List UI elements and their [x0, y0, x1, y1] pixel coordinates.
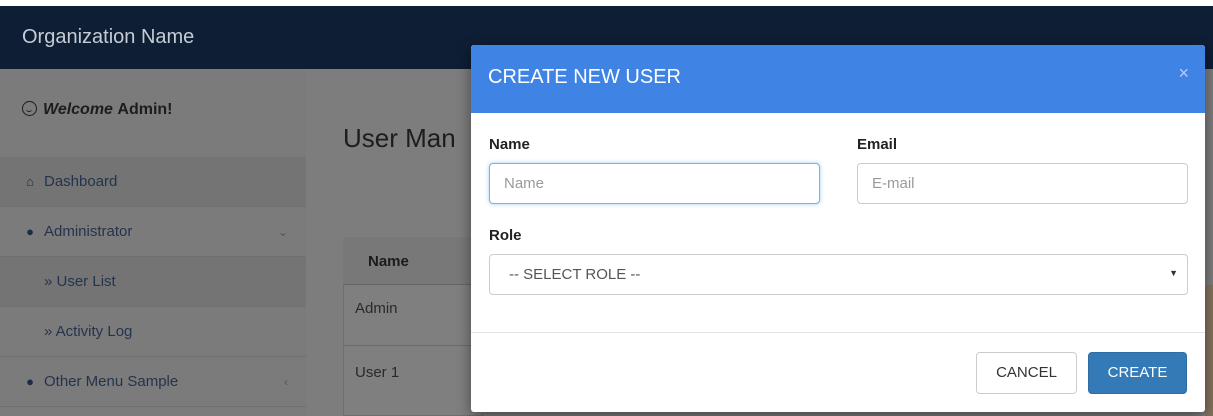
- sidebar-item-label: Dashboard: [44, 173, 118, 190]
- sidebar-item-administrator[interactable]: ● Administrator ⌄: [0, 207, 306, 257]
- row-divider: [343, 345, 483, 346]
- home-icon: ⌂: [26, 174, 34, 189]
- sidebar-item-user-list[interactable]: » User List: [0, 257, 306, 307]
- create-button[interactable]: CREATE: [1088, 352, 1187, 394]
- welcome-prefix: Welcome: [43, 101, 113, 118]
- sidebar-item-label: Administrator: [44, 223, 133, 240]
- brand-name[interactable]: Organization Name: [22, 26, 194, 49]
- table-cell-name: Admin: [355, 300, 398, 317]
- column-header-name[interactable]: Name: [368, 253, 409, 270]
- sidebar-item-label: Other Menu Sample: [44, 373, 179, 390]
- sidebar-item-other-menu-sample[interactable]: ● Other Menu Sample ‹: [0, 357, 306, 407]
- sidebar-item-label: » Activity Log: [44, 323, 133, 340]
- modal-header: CREATE NEW USER ×: [471, 45, 1205, 113]
- create-user-modal: CREATE NEW USER × Name Email Role -- SEL…: [471, 45, 1205, 412]
- role-select[interactable]: -- SELECT ROLE -- ▼: [489, 254, 1188, 295]
- name-label: Name: [489, 136, 530, 153]
- sidebar-item-activity-log[interactable]: » Activity Log: [0, 307, 306, 357]
- page-title: User Man: [343, 123, 456, 153]
- caret-down-icon: ▼: [1169, 268, 1178, 278]
- chevron-down-icon: ⌄: [277, 225, 288, 239]
- email-label: Email: [857, 136, 898, 153]
- welcome-message: Welcome Admin!: [22, 101, 173, 119]
- background-edge: [1205, 285, 1213, 416]
- smiley-icon: [22, 101, 37, 116]
- role-select-value: -- SELECT ROLE --: [509, 266, 641, 283]
- sidebar-menu: ⌂ Dashboard ● Administrator ⌄ » User List …: [0, 157, 306, 407]
- cancel-button[interactable]: CANCEL: [976, 352, 1077, 394]
- modal-title: CREATE NEW USER: [488, 66, 681, 88]
- role-label: Role: [489, 227, 522, 244]
- modal-footer-divider: [471, 332, 1205, 333]
- sidebar: Welcome Admin! ⌂ Dashboard ● Administrator…: [0, 69, 306, 416]
- sidebar-item-label: » User List: [44, 273, 116, 290]
- close-icon[interactable]: ×: [1178, 63, 1189, 84]
- chevron-left-icon: ‹: [284, 375, 288, 389]
- welcome-username: Admin!: [117, 101, 173, 118]
- name-input[interactable]: [489, 163, 820, 204]
- table-header: [343, 237, 483, 285]
- email-input[interactable]: [857, 163, 1188, 204]
- user-icon: ●: [26, 224, 34, 239]
- sidebar-item-dashboard[interactable]: ⌂ Dashboard: [0, 157, 306, 207]
- table-cell-name: User 1: [355, 364, 400, 381]
- user-icon: ●: [26, 374, 34, 389]
